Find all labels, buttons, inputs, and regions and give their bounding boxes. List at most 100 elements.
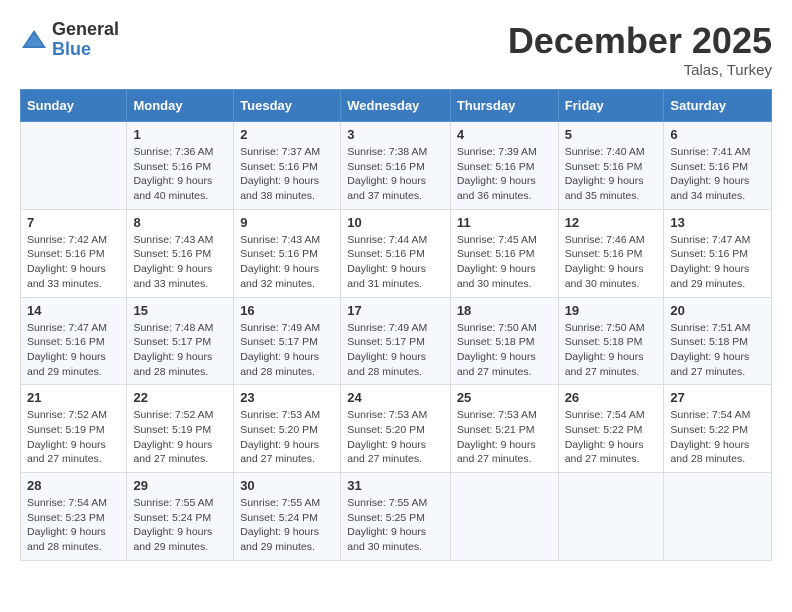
calendar-cell: 7Sunrise: 7:42 AM Sunset: 5:16 PM Daylig… [21, 209, 127, 297]
calendar-cell: 11 Sunrise: 7:45 AM Sunset: 5:16 PM Dayli… [450, 209, 558, 297]
day-number: 18 [457, 303, 552, 318]
calendar-cell: 12 Sunrise: 7:46 AM Sunset: 5:16 PM Dayli… [558, 209, 664, 297]
cell-text: Sunrise: 7:44 AM Sunset: 5:16 PM Dayligh… [347, 233, 444, 292]
day-number: 20 [670, 303, 765, 318]
day-number: 7 [27, 215, 120, 230]
cell-text: Sunrise: 7:49 AM Sunset: 5:17 PM Dayligh… [240, 321, 334, 380]
cell-text: Sunrise: 7:51 AM Sunset: 5:18 PM Dayligh… [670, 321, 765, 380]
calendar-cell: 6 Sunrise: 7:41 AM Sunset: 5:16 PM Daylig… [664, 122, 772, 210]
day-number: 21 [27, 390, 120, 405]
calendar-cell [450, 473, 558, 561]
calendar-cell: 18 Sunrise: 7:50 AM Sunset: 5:18 PM Dayli… [450, 297, 558, 385]
cell-text: Sunrise: 7:52 AM Sunset: 5:19 PM Dayligh… [27, 408, 120, 467]
weekday-header-tuesday: Tuesday [234, 90, 341, 122]
cell-text: Sunrise: 7:53 AM Sunset: 5:20 PM Dayligh… [347, 408, 444, 467]
calendar-cell: 28 Sunrise: 7:54 AM Sunset: 5:23 PM Dayli… [21, 473, 127, 561]
calendar-cell [664, 473, 772, 561]
cell-text: Sunrise: 7:54 AM Sunset: 5:22 PM Dayligh… [565, 408, 658, 467]
cell-text: Sunrise: 7:38 AM Sunset: 5:16 PM Dayligh… [347, 145, 444, 204]
calendar-cell: 15Sunrise: 7:48 AM Sunset: 5:17 PM Dayli… [127, 297, 234, 385]
day-number: 6 [670, 127, 765, 142]
day-number: 19 [565, 303, 658, 318]
weekday-header-row: SundayMondayTuesdayWednesdayThursdayFrid… [21, 90, 772, 122]
day-number: 15 [133, 303, 227, 318]
weekday-header-monday: Monday [127, 90, 234, 122]
day-number: 5 [565, 127, 658, 142]
day-number: 8 [133, 215, 227, 230]
cell-text: Sunrise: 7:43 AM Sunset: 5:16 PM Dayligh… [133, 233, 227, 292]
day-number: 13 [670, 215, 765, 230]
calendar-cell: 23Sunrise: 7:53 AM Sunset: 5:20 PM Dayli… [234, 385, 341, 473]
calendar-cell: 8 Sunrise: 7:43 AM Sunset: 5:16 PM Daylig… [127, 209, 234, 297]
day-number: 29 [133, 478, 227, 493]
week-row-1: 1Sunrise: 7:36 AM Sunset: 5:16 PM Daylig… [21, 122, 772, 210]
weekday-header-thursday: Thursday [450, 90, 558, 122]
day-number: 27 [670, 390, 765, 405]
logo-general: General [52, 20, 119, 40]
logo-icon [20, 26, 48, 54]
cell-text: Sunrise: 7:47 AM Sunset: 5:16 PM Dayligh… [27, 321, 120, 380]
cell-text: Sunrise: 7:55 AM Sunset: 5:25 PM Dayligh… [347, 496, 444, 555]
cell-text: Sunrise: 7:49 AM Sunset: 5:17 PM Dayligh… [347, 321, 444, 380]
day-number: 30 [240, 478, 334, 493]
cell-text: Sunrise: 7:54 AM Sunset: 5:23 PM Dayligh… [27, 496, 120, 555]
day-number: 4 [457, 127, 552, 142]
week-row-5: 28 Sunrise: 7:54 AM Sunset: 5:23 PM Dayli… [21, 473, 772, 561]
calendar-cell: 2 Sunrise: 7:37 AM Sunset: 5:16 PM Daylig… [234, 122, 341, 210]
calendar-cell: 20 Sunrise: 7:51 AM Sunset: 5:18 PM Dayli… [664, 297, 772, 385]
day-number: 11 [457, 215, 552, 230]
calendar-header: SundayMondayTuesdayWednesdayThursdayFrid… [21, 90, 772, 122]
cell-text: Sunrise: 7:52 AM Sunset: 5:19 PM Dayligh… [133, 408, 227, 467]
calendar-cell: 26Sunrise: 7:54 AM Sunset: 5:22 PM Dayli… [558, 385, 664, 473]
calendar-cell: 13 Sunrise: 7:47 AM Sunset: 5:16 PM Dayli… [664, 209, 772, 297]
calendar-body: 1Sunrise: 7:36 AM Sunset: 5:16 PM Daylig… [21, 122, 772, 561]
calendar-cell: 29 Sunrise: 7:55 AM Sunset: 5:24 PM Dayli… [127, 473, 234, 561]
cell-text: Sunrise: 7:45 AM Sunset: 5:16 PM Dayligh… [457, 233, 552, 292]
calendar-cell: 25Sunrise: 7:53 AM Sunset: 5:21 PM Dayli… [450, 385, 558, 473]
day-number: 3 [347, 127, 444, 142]
cell-text: Sunrise: 7:40 AM Sunset: 5:16 PM Dayligh… [565, 145, 658, 204]
day-number: 14 [27, 303, 120, 318]
calendar-cell: 5 Sunrise: 7:40 AM Sunset: 5:16 PM Daylig… [558, 122, 664, 210]
week-row-2: 7Sunrise: 7:42 AM Sunset: 5:16 PM Daylig… [21, 209, 772, 297]
cell-text: Sunrise: 7:46 AM Sunset: 5:16 PM Dayligh… [565, 233, 658, 292]
calendar-cell: 1Sunrise: 7:36 AM Sunset: 5:16 PM Daylig… [127, 122, 234, 210]
cell-text: Sunrise: 7:39 AM Sunset: 5:16 PM Dayligh… [457, 145, 552, 204]
week-row-3: 14 Sunrise: 7:47 AM Sunset: 5:16 PM Dayli… [21, 297, 772, 385]
day-number: 10 [347, 215, 444, 230]
cell-text: Sunrise: 7:37 AM Sunset: 5:16 PM Dayligh… [240, 145, 334, 204]
weekday-header-wednesday: Wednesday [341, 90, 451, 122]
calendar-cell: 16Sunrise: 7:49 AM Sunset: 5:17 PM Dayli… [234, 297, 341, 385]
calendar-cell: 3 Sunrise: 7:38 AM Sunset: 5:16 PM Daylig… [341, 122, 451, 210]
weekday-header-saturday: Saturday [664, 90, 772, 122]
month-year: December 2025 [508, 20, 772, 62]
cell-text: Sunrise: 7:41 AM Sunset: 5:16 PM Dayligh… [670, 145, 765, 204]
cell-text: Sunrise: 7:53 AM Sunset: 5:20 PM Dayligh… [240, 408, 334, 467]
day-number: 12 [565, 215, 658, 230]
calendar-cell [21, 122, 127, 210]
calendar-cell: 24Sunrise: 7:53 AM Sunset: 5:20 PM Dayli… [341, 385, 451, 473]
cell-text: Sunrise: 7:54 AM Sunset: 5:22 PM Dayligh… [670, 408, 765, 467]
calendar-cell: 30Sunrise: 7:55 AM Sunset: 5:24 PM Dayli… [234, 473, 341, 561]
calendar-cell: 21 Sunrise: 7:52 AM Sunset: 5:19 PM Dayli… [21, 385, 127, 473]
calendar-cell: 9Sunrise: 7:43 AM Sunset: 5:16 PM Daylig… [234, 209, 341, 297]
cell-text: Sunrise: 7:55 AM Sunset: 5:24 PM Dayligh… [133, 496, 227, 555]
day-number: 28 [27, 478, 120, 493]
calendar-cell: 14 Sunrise: 7:47 AM Sunset: 5:16 PM Dayli… [21, 297, 127, 385]
day-number: 9 [240, 215, 334, 230]
day-number: 2 [240, 127, 334, 142]
day-number: 25 [457, 390, 552, 405]
logo: General Blue [20, 20, 119, 60]
calendar-cell: 17 Sunrise: 7:49 AM Sunset: 5:17 PM Dayli… [341, 297, 451, 385]
cell-text: Sunrise: 7:36 AM Sunset: 5:16 PM Dayligh… [133, 145, 227, 204]
calendar-cell: 27 Sunrise: 7:54 AM Sunset: 5:22 PM Dayli… [664, 385, 772, 473]
cell-text: Sunrise: 7:47 AM Sunset: 5:16 PM Dayligh… [670, 233, 765, 292]
logo-blue: Blue [52, 40, 119, 60]
calendar-cell [558, 473, 664, 561]
calendar-cell: 4 Sunrise: 7:39 AM Sunset: 5:16 PM Daylig… [450, 122, 558, 210]
day-number: 17 [347, 303, 444, 318]
cell-text: Sunrise: 7:50 AM Sunset: 5:18 PM Dayligh… [565, 321, 658, 380]
title-block: December 2025 Talas, Turkey [508, 20, 772, 79]
calendar-cell: 31Sunrise: 7:55 AM Sunset: 5:25 PM Dayli… [341, 473, 451, 561]
cell-text: Sunrise: 7:50 AM Sunset: 5:18 PM Dayligh… [457, 321, 552, 380]
